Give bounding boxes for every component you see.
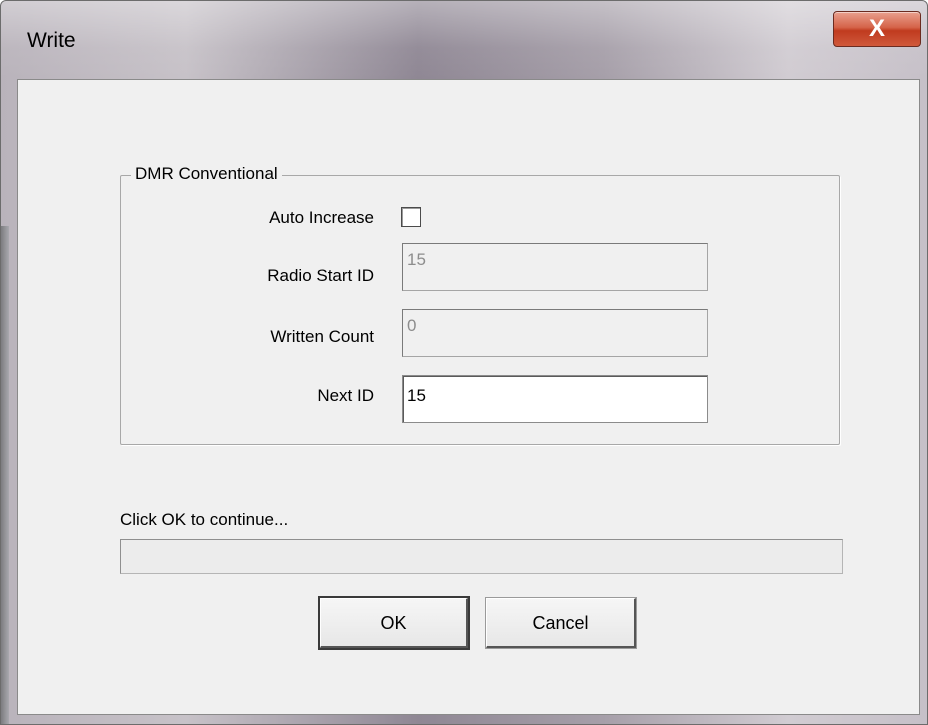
dmr-conventional-group: DMR Conventional Auto Increase Radio Sta… [120, 164, 840, 445]
window-title: Write [27, 29, 76, 52]
auto-increase-checkbox[interactable] [401, 207, 421, 227]
radio-start-id-label: Radio Start ID [267, 266, 374, 285]
close-icon: X [868, 15, 885, 42]
write-dialog-window: Write X DMR Conventional Auto Increase R… [0, 0, 928, 725]
title-bar[interactable]: Write X [1, 1, 927, 79]
window-frame-edge [1, 226, 9, 724]
cancel-button[interactable]: Cancel [485, 597, 637, 649]
written-count-label: Written Count [270, 327, 374, 346]
ok-button[interactable]: OK [318, 596, 470, 650]
group-legend: DMR Conventional [131, 164, 282, 184]
next-id-field[interactable]: 15 [402, 375, 708, 423]
status-message: Click OK to continue... [120, 510, 289, 529]
auto-increase-label: Auto Increase [269, 208, 374, 227]
write-progress-bar [120, 539, 843, 574]
radio-start-id-field[interactable]: 15 [402, 243, 708, 291]
close-button[interactable]: X [833, 11, 921, 47]
dialog-client-area: DMR Conventional Auto Increase Radio Sta… [17, 79, 920, 715]
next-id-label: Next ID [317, 386, 374, 405]
written-count-field[interactable]: 0 [402, 309, 708, 357]
